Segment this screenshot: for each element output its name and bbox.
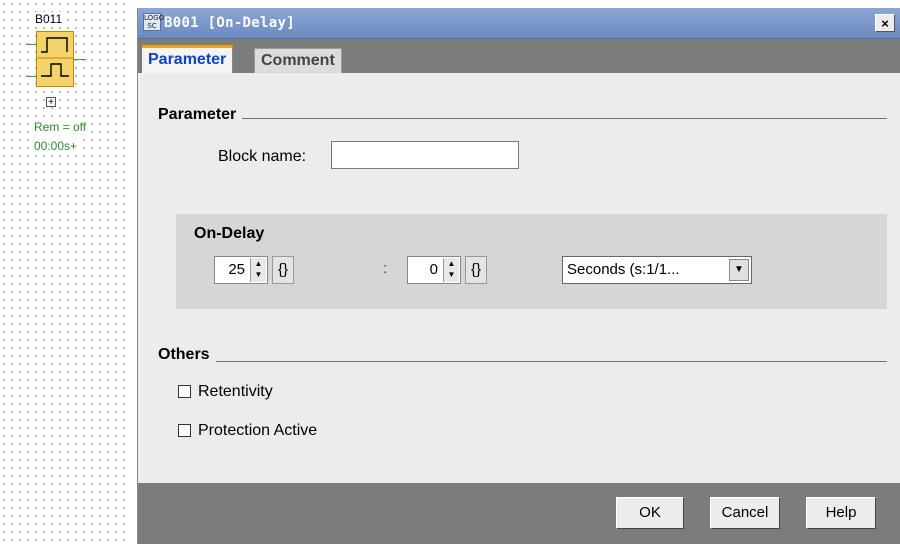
delay-major-reference-button[interactable]: {} bbox=[272, 256, 294, 284]
plus-box-icon[interactable]: + bbox=[46, 97, 56, 108]
tab-bar: Parameter Comment bbox=[138, 39, 900, 73]
on-delay-group: On-Delay 25 ▲ ▼ {} : 0 ▲ ▼ {} Seconds (s:1… bbox=[176, 214, 887, 309]
cancel-button[interactable]: Cancel bbox=[710, 497, 780, 529]
parameter-section-title: Parameter bbox=[158, 106, 243, 124]
delay-minor-input[interactable]: 0 ▲ ▼ bbox=[407, 256, 461, 284]
retentivity-label: Retentivity bbox=[198, 383, 273, 400]
title-bar[interactable]: LOGO SC B001 [On-Delay] × bbox=[138, 8, 900, 39]
on-delay-title: On-Delay bbox=[194, 225, 265, 242]
remanence-text: Rem = off bbox=[34, 120, 87, 134]
logo-app-icon: LOGO SC bbox=[143, 13, 165, 31]
tab-comment[interactable]: Comment bbox=[254, 48, 342, 73]
ok-button[interactable]: OK bbox=[616, 497, 684, 529]
others-section-divider bbox=[158, 361, 887, 362]
output-wire bbox=[74, 59, 86, 60]
retentivity-checkbox[interactable] bbox=[178, 385, 191, 399]
block-name-input[interactable] bbox=[331, 141, 519, 169]
delay-major-stepper[interactable]: ▲ ▼ bbox=[250, 258, 266, 282]
time-unit-select[interactable]: Seconds (s:1/1... ▼ bbox=[562, 256, 752, 284]
button-bar: OK Cancel Help bbox=[138, 483, 900, 544]
protection-option[interactable]: Protection Active bbox=[178, 422, 317, 440]
dialog-title: B001 [On-Delay] bbox=[164, 15, 295, 31]
delay-major-input[interactable]: 25 ▲ ▼ bbox=[214, 256, 268, 284]
parameter-section-divider bbox=[158, 118, 887, 119]
input-wire-top bbox=[26, 44, 36, 45]
time-unit-value: Seconds (s:1/1... bbox=[567, 261, 680, 278]
on-delay-symbol-icon bbox=[37, 37, 73, 77]
input-wire-bottom bbox=[26, 76, 36, 77]
block-name-label: Block name: bbox=[218, 148, 307, 165]
on-delay-dialog: LOGO SC B001 [On-Delay] × Parameter Comm… bbox=[137, 8, 900, 544]
help-button[interactable]: Help bbox=[806, 497, 876, 529]
on-delay-block[interactable] bbox=[36, 31, 74, 87]
close-button[interactable]: × bbox=[875, 14, 895, 32]
tab-parameter[interactable]: Parameter bbox=[142, 45, 234, 73]
retentivity-option[interactable]: Retentivity bbox=[178, 383, 273, 401]
delay-minor-stepper[interactable]: ▲ ▼ bbox=[443, 258, 459, 282]
time-separator: : bbox=[383, 260, 388, 277]
delay-minor-reference-button[interactable]: {} bbox=[465, 256, 487, 284]
chevron-down-icon[interactable]: ▼ bbox=[729, 259, 749, 281]
others-section-title: Others bbox=[158, 346, 216, 364]
delay-minor-value: 0 bbox=[429, 261, 438, 278]
delay-major-value: 25 bbox=[228, 261, 245, 278]
diagram-canvas[interactable]: B011 + Rem = off 00:00s+ bbox=[0, 0, 130, 544]
block-label: B011 bbox=[34, 12, 64, 26]
protection-label: Protection Active bbox=[198, 422, 318, 439]
time-value-text: 00:00s+ bbox=[34, 139, 78, 153]
protection-checkbox[interactable] bbox=[178, 424, 191, 438]
parameter-pane: Parameter Block name: On-Delay 25 ▲ ▼ {} … bbox=[138, 73, 900, 483]
